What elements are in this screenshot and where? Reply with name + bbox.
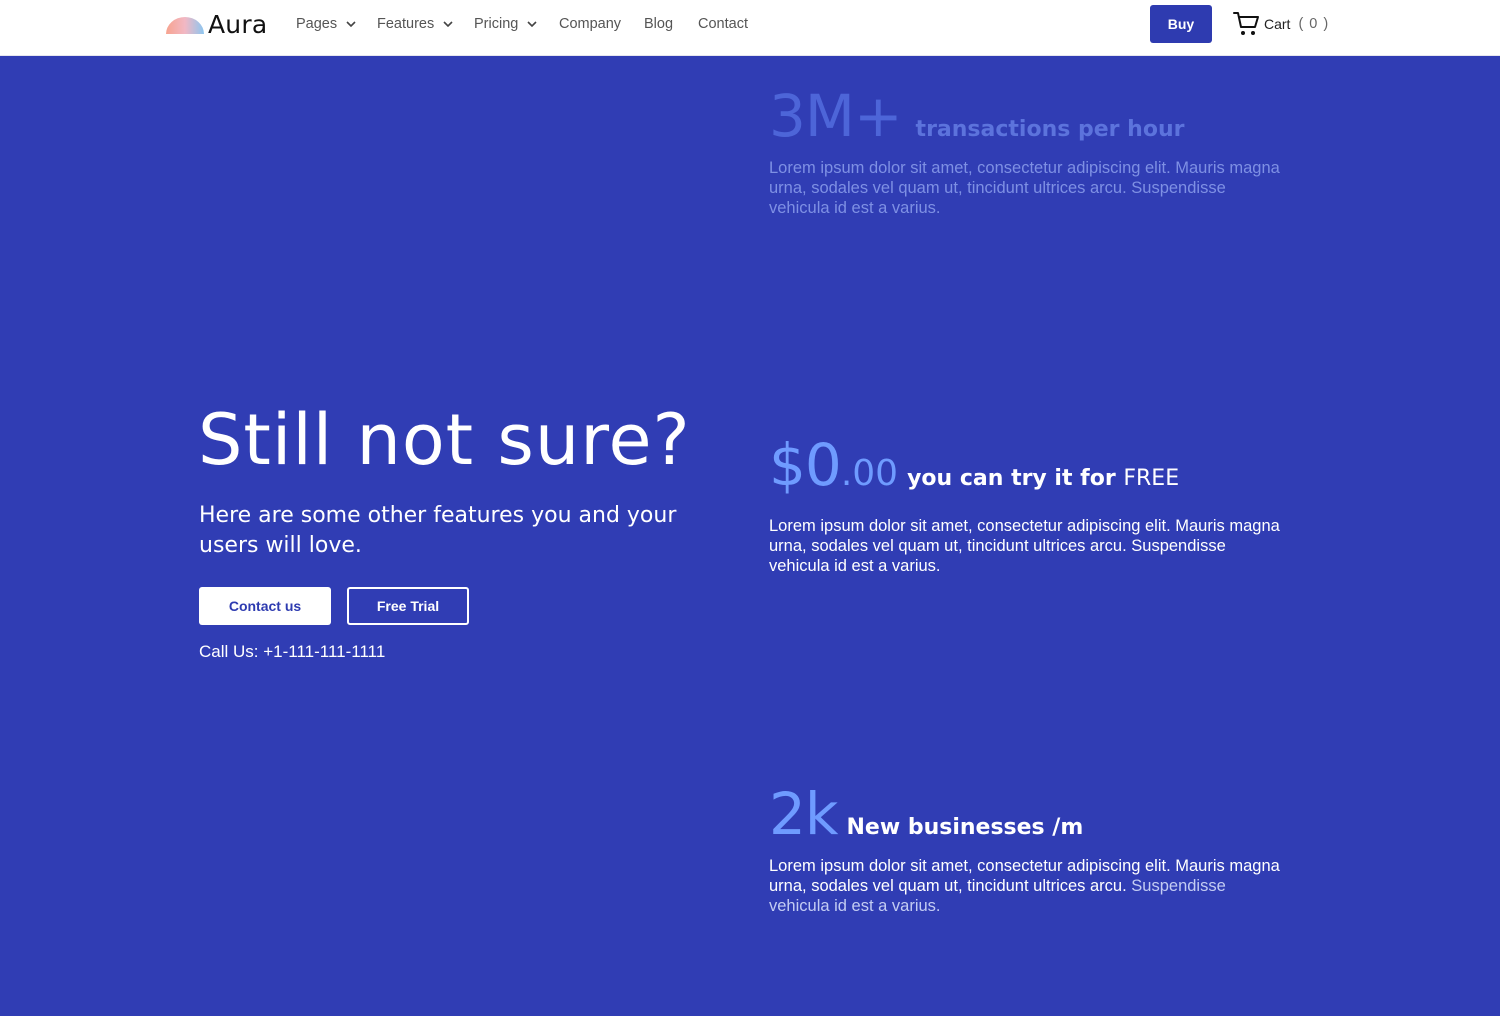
stat-headline: 3M+ transactions per hour (769, 84, 1289, 148)
cart-count: ( 0 ) (1298, 16, 1330, 32)
stat-caption: New businesses /m (846, 815, 1084, 840)
nav-pricing[interactable]: Pricing (474, 14, 537, 34)
stat-caption-free: FREE (1123, 466, 1180, 491)
cart-button[interactable]: Cart ( 0 ) (1233, 10, 1329, 38)
nav-features[interactable]: Features (377, 14, 453, 34)
stat-new-businesses: 2k New businesses /m Lorem ipsum dolor s… (769, 782, 1289, 916)
stat-value-cents: .00 (840, 453, 899, 494)
stat-headline: $0.00 you can try it for FREE (769, 433, 1289, 506)
cart-icon (1233, 12, 1259, 35)
stat-value-main: $0 (769, 431, 842, 499)
contact-us-button[interactable]: Contact us (199, 587, 331, 625)
nav-contact[interactable]: Contact (698, 14, 748, 34)
stat-transactions: 3M+ transactions per hour Lorem ipsum do… (769, 84, 1289, 218)
free-trial-button[interactable]: Free Trial (347, 587, 469, 625)
nav-label: Company (559, 16, 622, 32)
stat-description: Lorem ipsum dolor sit amet, consectetur … (769, 856, 1289, 916)
hero-title: Still not sure? (198, 399, 691, 481)
chevron-down-icon (346, 21, 356, 27)
stat-value: $0.00 (769, 433, 898, 506)
cart-label: Cart (1264, 16, 1291, 32)
chevron-down-icon (527, 21, 537, 27)
stat-caption-main: you can try it for (907, 466, 1116, 491)
stat-value: 2k (769, 780, 838, 848)
stat-caption: you can try it for FREE (907, 466, 1179, 491)
stat-description: Lorem ipsum dolor sit amet, consectetur … (769, 159, 1280, 217)
navbar: Aura Pages Features Pricing Company Blog… (0, 0, 1500, 56)
nav-pages[interactable]: Pages (296, 14, 356, 34)
brand-link[interactable]: Aura (165, 9, 267, 39)
buy-button[interactable]: Buy (1150, 5, 1212, 43)
hero-subtitle: Here are some other features you and you… (199, 503, 677, 558)
brand-name: Aura (208, 9, 268, 39)
stat-free-trial: $0.00 you can try it for FREE Lorem ipsu… (769, 433, 1289, 576)
nav-label: Pages (296, 16, 338, 32)
call-us-text: Call Us: +1-111-111-1111 (199, 642, 386, 661)
nav-company[interactable]: Company (559, 14, 621, 34)
nav-blog[interactable]: Blog (644, 14, 673, 34)
stat-description: Lorem ipsum dolor sit amet, consectetur … (769, 517, 1280, 575)
nav-label: Contact (698, 16, 748, 32)
nav-label: Features (377, 16, 435, 32)
nav-label: Pricing (474, 16, 519, 32)
stat-headline: 2k New businesses /m (769, 782, 1289, 846)
aura-logo-icon (166, 17, 204, 34)
stat-caption: transactions per hour (915, 117, 1185, 142)
stat-value: 3M+ (769, 82, 903, 150)
chevron-down-icon (443, 21, 453, 27)
nav-label: Blog (644, 16, 674, 32)
